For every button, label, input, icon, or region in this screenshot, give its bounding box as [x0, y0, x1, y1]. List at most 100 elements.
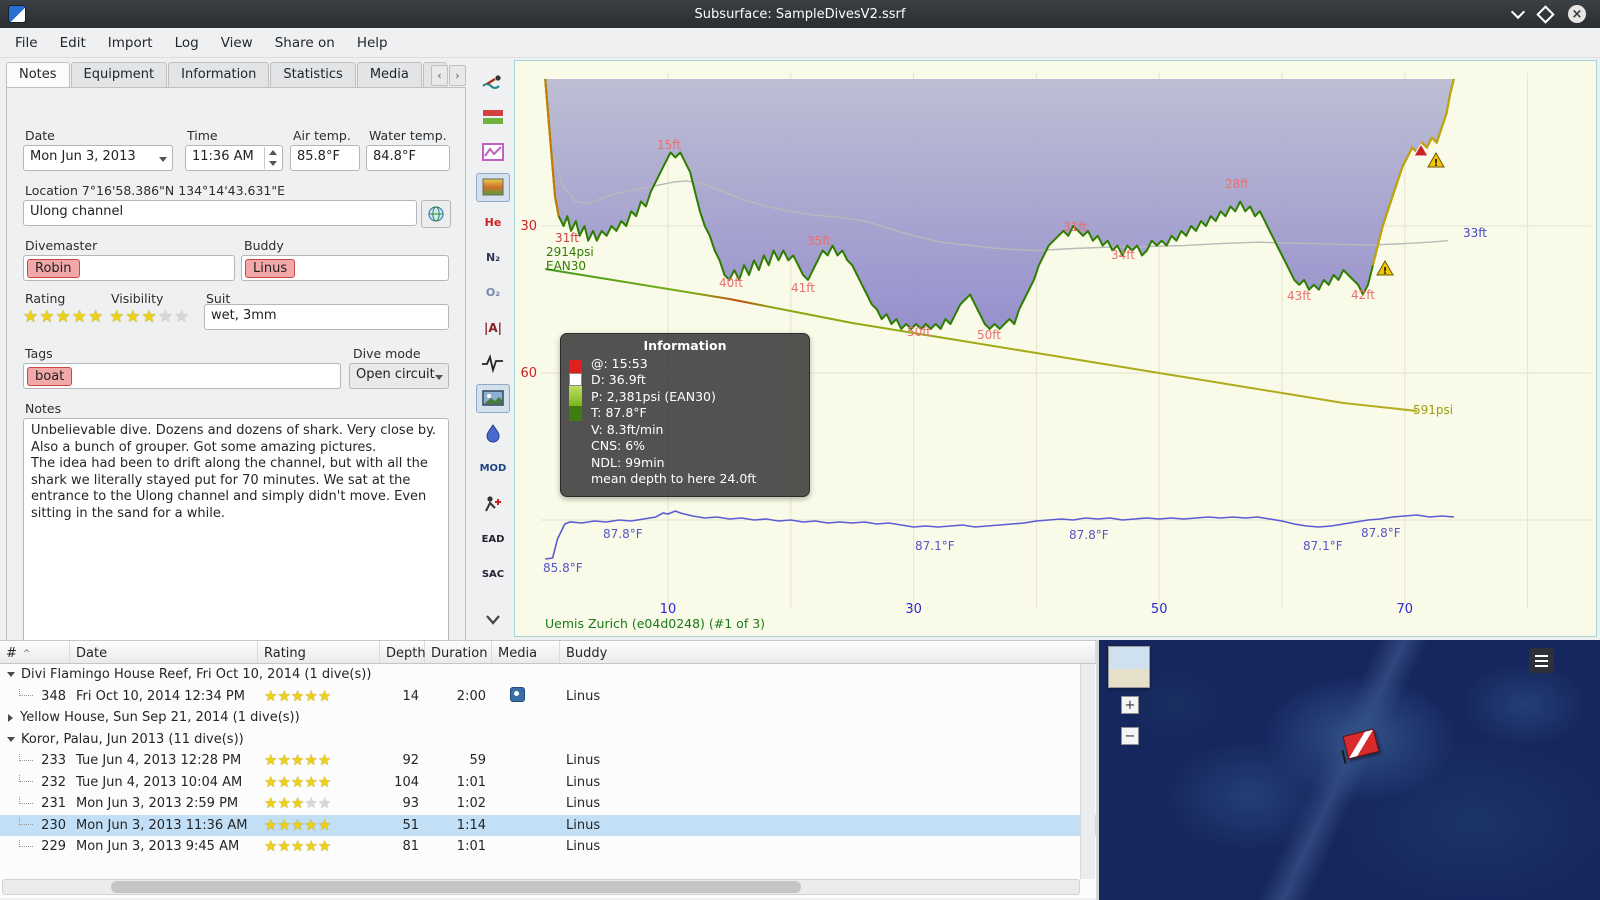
dive-mode-select[interactable]: Open circuit: [349, 363, 449, 389]
spin-down-icon[interactable]: [269, 161, 277, 166]
star-icon[interactable]: ★: [39, 307, 55, 327]
column-header-depth[interactable]: Depth: [380, 641, 426, 663]
visibility-stars[interactable]: ★★★★★: [109, 309, 190, 326]
star-icon[interactable]: ★: [125, 307, 141, 327]
map-panel[interactable]: + −: [1099, 640, 1600, 900]
star-icon[interactable]: ★: [72, 307, 88, 327]
trip-label: Koror, Palau, Jun 2013 (11 dive(s)): [21, 731, 244, 747]
suit-field[interactable]: wet, 3mm: [204, 304, 449, 330]
minimize-icon[interactable]: [1510, 4, 1526, 20]
ruler-icon[interactable]: |A|: [476, 313, 510, 342]
dive-list-vertical-scrollbar[interactable]: [1080, 664, 1095, 879]
dive-list-horizontal-scrollbar[interactable]: [2, 879, 1080, 895]
buddy-chip[interactable]: Linus: [245, 259, 296, 278]
notes-textarea[interactable]: Unbelievable dive. Dozens and dozens of …: [23, 418, 449, 658]
tab-media[interactable]: Media: [356, 62, 422, 87]
menu-log[interactable]: Log: [164, 30, 210, 56]
column-header-num[interactable]: # ^: [0, 641, 70, 663]
dive-mode-icon[interactable]: [476, 67, 510, 96]
air-temp-field[interactable]: 85.8°F: [290, 145, 360, 171]
tab-equipment[interactable]: Equipment: [70, 62, 168, 87]
trip-row[interactable]: Yellow House, Sun Sep 21, 2014 (1 dive(s…: [0, 707, 1096, 729]
sac-icon[interactable]: SAC: [476, 560, 510, 589]
tab-scroll-right-icon[interactable]: ›: [449, 65, 466, 86]
column-header-media[interactable]: Media: [492, 641, 560, 663]
scrollbar-thumb[interactable]: [111, 881, 801, 893]
dive-row[interactable]: 229 Mon Jun 3, 2013 9:45 AM ★★★★★ 81 1:01 Lin…: [0, 836, 1096, 858]
dive-row[interactable]: 231 Mon Jun 3, 2013 2:59 PM ★★★★★ 93 1:02 Lin…: [0, 793, 1096, 815]
heartrate-icon[interactable]: [476, 349, 510, 378]
dive-row[interactable]: 230 Mon Jun 3, 2013 11:36 AM ★★★★★ 51 1:14 Li…: [0, 814, 1096, 836]
tab-scroll-left-icon[interactable]: ‹: [431, 65, 448, 86]
menu-file[interactable]: File: [4, 30, 49, 56]
column-header-duration[interactable]: Duration: [425, 641, 492, 663]
dive-date: Mon Jun 3, 2013 9:45 AM: [76, 839, 240, 855]
map-overview-inset[interactable]: [1108, 646, 1150, 688]
oxygen-graph-icon[interactable]: O₂: [476, 278, 510, 307]
ead-icon[interactable]: EAD: [476, 524, 510, 553]
star-icon[interactable]: ★: [56, 307, 72, 327]
photos-icon[interactable]: [476, 383, 510, 413]
collapse-icon[interactable]: [476, 606, 510, 635]
trip-row[interactable]: Koror, Palau, Jun 2013 (11 dive(s)): [0, 729, 1096, 751]
column-header-date[interactable]: Date: [70, 641, 258, 663]
chevron-down-icon[interactable]: [7, 672, 15, 678]
date-field[interactable]: Mon Jun 3, 2013: [23, 145, 173, 171]
tab-information[interactable]: Information: [168, 62, 270, 87]
column-header-buddy[interactable]: Buddy: [560, 641, 1096, 663]
tab-notes[interactable]: Notes: [6, 62, 70, 87]
buddy-label: Buddy: [244, 238, 284, 253]
dive-rating: ★★★★★: [258, 752, 380, 769]
dive-row[interactable]: 348 Fri Oct 10, 2014 12:34 PM ★★★★★ 14 2:00 L…: [0, 686, 1096, 708]
buddy-field[interactable]: Linus: [241, 255, 449, 281]
helium-graph-icon[interactable]: He: [476, 208, 510, 237]
menu-import[interactable]: Import: [97, 30, 164, 56]
star-icon[interactable]: ★: [23, 307, 39, 327]
trip-row[interactable]: Divi Flamingo House Reef, Fri Oct 10, 20…: [0, 664, 1096, 686]
dive-row[interactable]: 232 Tue Jun 4, 2013 10:04 AM ★★★★★ 104 1:01 L…: [0, 772, 1096, 794]
tags-field[interactable]: boat: [23, 363, 341, 389]
menu-edit[interactable]: Edit: [49, 30, 97, 56]
maximize-icon[interactable]: [1536, 4, 1555, 24]
star-icon[interactable]: ★: [174, 307, 190, 327]
column-header-rating[interactable]: Rating: [258, 641, 380, 663]
dive-site-flag-marker[interactable]: [1342, 728, 1380, 760]
divemaster-field[interactable]: Robin: [23, 255, 235, 281]
time-field[interactable]: 11:36 AM: [185, 145, 283, 171]
chevron-right-icon[interactable]: [8, 713, 13, 722]
divemaster-chip[interactable]: Robin: [27, 259, 80, 278]
star-icon[interactable]: ★: [109, 307, 125, 327]
calc-ceiling-icon[interactable]: [476, 137, 510, 166]
spin-up-icon[interactable]: [269, 150, 277, 155]
rating-stars[interactable]: ★★★★★: [23, 309, 104, 326]
menu-help[interactable]: Help: [346, 30, 399, 56]
mod-icon[interactable]: MOD: [476, 454, 510, 483]
menu-view[interactable]: View: [210, 30, 264, 56]
zoom-out-button[interactable]: −: [1121, 727, 1139, 745]
dive-list-header: # ^ Date Rating Depth Duration Media Buddy: [0, 641, 1096, 664]
time-spinner[interactable]: [264, 147, 281, 169]
star-icon[interactable]: ★: [88, 307, 104, 327]
zoom-in-button[interactable]: +: [1121, 696, 1139, 714]
star-icon: ★: [304, 752, 318, 770]
tab-statistics[interactable]: Statistics: [270, 62, 356, 87]
media-icon[interactable]: [510, 686, 525, 702]
chevron-down-icon[interactable]: [7, 736, 15, 742]
ceiling-bars-icon[interactable]: [476, 102, 510, 131]
water-temp-field[interactable]: 84.8°F: [366, 145, 450, 171]
tissues-icon[interactable]: [476, 419, 510, 448]
location-globe-button[interactable]: [421, 200, 451, 228]
star-icon[interactable]: ★: [142, 307, 158, 327]
star-icon[interactable]: ★: [158, 307, 174, 327]
close-icon[interactable]: [1568, 5, 1586, 23]
deco-icon[interactable]: [476, 489, 510, 518]
menu-share-on[interactable]: Share on: [264, 30, 346, 56]
dive-row[interactable]: 233 Tue Jun 4, 2013 12:28 PM ★★★★★ 92 59 Linu…: [0, 750, 1096, 772]
location-field[interactable]: Ulong channel: [23, 200, 417, 226]
tooltip-swatches: [569, 360, 582, 421]
heatmap-icon[interactable]: [476, 172, 510, 202]
map-menu-button[interactable]: [1529, 648, 1554, 673]
sort-indicator-icon: ^: [22, 648, 31, 659]
tag-chip[interactable]: boat: [27, 367, 73, 386]
nitrogen-graph-icon[interactable]: N₂: [476, 243, 510, 272]
